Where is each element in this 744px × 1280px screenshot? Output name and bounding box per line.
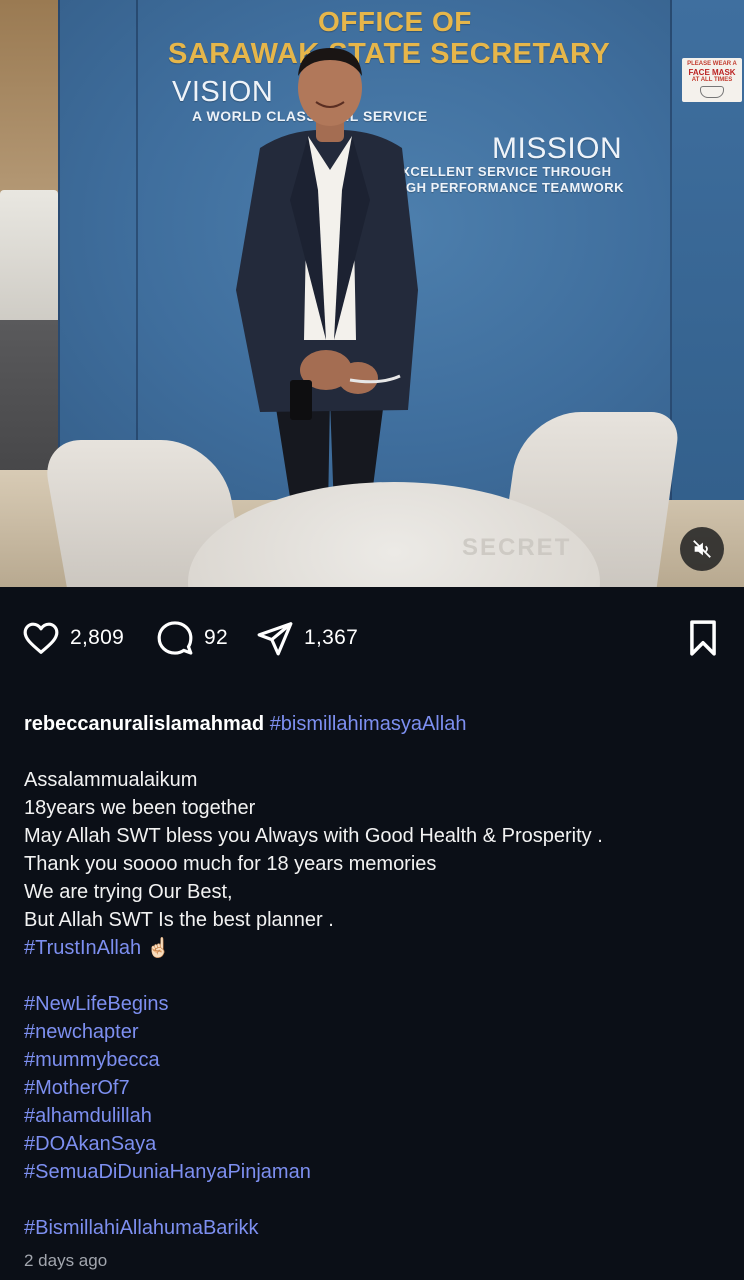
hashtag[interactable]: #alhamdulillah bbox=[24, 1105, 152, 1127]
caption-line: Assalammualaikum bbox=[24, 769, 198, 791]
hashtag[interactable]: #newchapter bbox=[24, 1021, 139, 1043]
mask-notice-sign: PLEASE WEAR A FACE MASK AT ALL TIMES bbox=[682, 58, 742, 102]
share-icon[interactable] bbox=[256, 619, 294, 657]
hashtag[interactable]: #SemuaDiDuniaHanyaPinjaman bbox=[24, 1161, 311, 1183]
notice-line3: AT ALL TIMES bbox=[691, 77, 733, 83]
panel-divider bbox=[136, 0, 138, 500]
post-media[interactable]: OFFICE OF SARAWAK STATE SECRETARY VISION… bbox=[0, 0, 744, 587]
post-caption: rebeccanuralislamahmad #bismillahimasyaA… bbox=[24, 710, 724, 1242]
caption-line: But Allah SWT Is the best planner . bbox=[24, 909, 334, 931]
caption-line: Thank you soooo much for 18 years memori… bbox=[24, 853, 437, 875]
caption-line: 18years we been together bbox=[24, 797, 256, 819]
hashtag[interactable]: #DOAkanSaya bbox=[24, 1133, 156, 1155]
share-action: 1,367 bbox=[256, 610, 358, 666]
save-action bbox=[686, 610, 720, 666]
face-mask-icon bbox=[700, 86, 724, 98]
heart-icon[interactable] bbox=[22, 620, 60, 656]
like-count: 2,809 bbox=[70, 626, 125, 649]
bookmark-icon[interactable] bbox=[686, 619, 720, 657]
mute-button[interactable] bbox=[680, 527, 724, 571]
post-timestamp: 2 days ago bbox=[24, 1251, 108, 1270]
action-bar: 2,809 92 1,367 bbox=[0, 610, 744, 666]
sign-title-line1: OFFICE OF bbox=[318, 6, 472, 37]
share-count: 1,367 bbox=[304, 626, 359, 649]
pointing-up-emoji: ☝🏻 bbox=[146, 937, 171, 959]
hashtag[interactable]: #TrustInAllah bbox=[24, 937, 141, 959]
hashtag[interactable]: #MotherOf7 bbox=[24, 1077, 130, 1099]
username[interactable]: rebeccanuralislamahmad bbox=[24, 713, 264, 735]
caption-line: May Allah SWT bless you Always with Good… bbox=[24, 825, 603, 847]
like-action: 2,809 bbox=[22, 610, 124, 666]
speaker-muted-icon bbox=[693, 540, 711, 558]
notice-line1: PLEASE WEAR A bbox=[687, 61, 737, 67]
hashtag[interactable]: #NewLifeBegins bbox=[24, 993, 169, 1015]
notice-line2: FACE MASK bbox=[688, 68, 736, 77]
comment-icon[interactable] bbox=[156, 619, 194, 657]
hashtag[interactable]: #BismillahiAllahumaBarikk bbox=[24, 1217, 259, 1239]
hashtag[interactable]: #bismillahimasyaAllah bbox=[270, 713, 467, 735]
panel-divider bbox=[58, 0, 60, 500]
comment-count: 92 bbox=[204, 626, 228, 649]
person bbox=[236, 48, 418, 510]
sign-mission: MISSION bbox=[492, 132, 623, 165]
hashtag[interactable]: #mummybecca bbox=[24, 1049, 160, 1071]
comment-action: 92 bbox=[156, 610, 228, 666]
table-lettering: SECRET bbox=[462, 534, 572, 561]
caption-line: We are trying Our Best, bbox=[24, 881, 233, 903]
